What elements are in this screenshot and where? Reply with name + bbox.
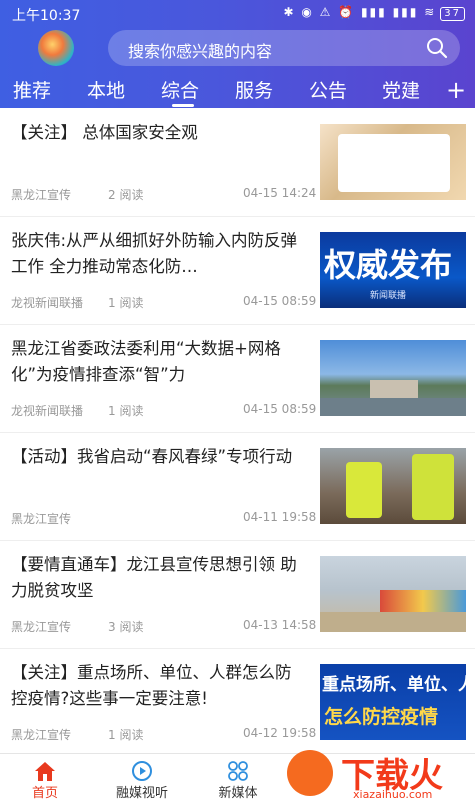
status-time: 上午10:37: [12, 8, 81, 24]
news-title: 【关注】 总体国家安全观: [11, 123, 198, 142]
play-icon: [132, 761, 152, 781]
news-source: 龙视新闻联播: [11, 296, 84, 310]
news-reads: 3 阅读: [108, 620, 144, 634]
home-icon: [35, 762, 55, 781]
watermark: 下载火 xiazaihuo.com: [283, 744, 473, 804]
news-thumbnail: 权威发布 新闻联播: [320, 232, 466, 308]
news-item[interactable]: 【要情直通车】龙江县宣传思想引领 助力脱贫攻坚 黑龙江宣传 3 阅读 04-13…: [0, 540, 475, 649]
watermark-logo: [287, 750, 333, 796]
header: 上午10:37 ✱ ◉ ⚠ ⏰ ▮▮▮ ▮▮▮ ≋ 37 搜索你感兴趣的内容 推荐…: [0, 0, 475, 108]
nav-newmedia[interactable]: 新媒体: [193, 754, 283, 805]
tab-party[interactable]: 党建: [382, 76, 420, 103]
news-item[interactable]: 【关注】重点场所、单位、人群怎么防控疫情?这些事一定要注意! 黑龙江宣传 1 阅…: [0, 648, 475, 757]
news-reads: 1 阅读: [108, 296, 144, 310]
news-source: 黑龙江宣传: [11, 512, 72, 526]
tab-announcement[interactable]: 公告: [309, 76, 347, 103]
news-thumbnail: [320, 448, 466, 524]
news-reads: 1 阅读: [108, 404, 144, 418]
add-tab-button[interactable]: +: [446, 76, 466, 104]
news-thumbnail: 重点场所、单位、人群 怎么防控疫情: [320, 664, 466, 740]
thumbnail-headline: 权威发布: [324, 246, 453, 284]
category-tabs: 推荐 本地 综合 服务 公告 党建: [0, 74, 475, 108]
news-source: 黑龙江宣传: [11, 620, 72, 634]
news-time: 04-15 08:59: [243, 294, 317, 308]
news-reads: 1 阅读: [108, 728, 144, 742]
news-item[interactable]: 【关注】 总体国家安全观 黑龙江宣传 2 阅读 04-15 14:24: [0, 108, 475, 217]
news-title: 【关注】重点场所、单位、人群怎么防控疫情?这些事一定要注意!: [11, 663, 292, 708]
news-title: 黑龙江省委政法委利用“大数据+网格化”为疫情排查添“智”力: [11, 339, 281, 384]
thumbnail-subtitle: 新闻联播: [370, 291, 407, 301]
active-tab-indicator: [172, 104, 194, 107]
news-thumbnail: [320, 556, 466, 632]
status-bar: 上午10:37 ✱ ◉ ⚠ ⏰ ▮▮▮ ▮▮▮ ≋ 37: [0, 0, 475, 28]
grid-icon: [228, 761, 248, 781]
battery-icon: 37: [440, 7, 465, 21]
tab-recommend[interactable]: 推荐: [13, 76, 51, 103]
news-time: 04-12 19:58: [243, 726, 317, 740]
news-item[interactable]: 黑龙江省委政法委利用“大数据+网格化”为疫情排查添“智”力 龙视新闻联播 1 阅…: [0, 324, 475, 433]
nav-media[interactable]: 融媒视听: [97, 754, 187, 805]
news-reads: 2 阅读: [108, 188, 144, 202]
news-item[interactable]: 张庆伟:从严从细抓好外防输入内防反弹工作 全力推动常态化防… 龙视新闻联播 1 …: [0, 216, 475, 325]
news-item[interactable]: 【活动】我省启动“春风春绿”专项行动 黑龙江宣传 04-11 19:58: [0, 432, 475, 541]
thumbnail-subtitle: 怎么防控疫情: [324, 706, 439, 728]
news-source: 黑龙江宣传: [11, 728, 72, 742]
news-time: 04-15 14:24: [243, 186, 317, 200]
thumbnail-headline: 重点场所、单位、人群: [322, 675, 466, 695]
news-thumbnail: [320, 340, 466, 416]
nav-newmedia-label: 新媒体: [218, 786, 258, 801]
tab-local[interactable]: 本地: [87, 76, 125, 103]
search-input[interactable]: 搜索你感兴趣的内容: [108, 30, 460, 66]
status-icons: ✱ ◉ ⚠ ⏰ ▮▮▮ ▮▮▮ ≋ 37: [283, 5, 465, 21]
tab-comprehensive[interactable]: 综合: [161, 76, 199, 103]
news-source: 黑龙江宣传: [11, 188, 72, 202]
news-title: 【要情直通车】龙江县宣传思想引领 助力脱贫攻坚: [11, 555, 297, 600]
news-thumbnail: [320, 124, 466, 200]
watermark-domain: xiazaihuo.com: [353, 788, 433, 801]
news-time: 04-11 19:58: [243, 510, 317, 524]
search-placeholder: 搜索你感兴趣的内容: [128, 42, 273, 61]
news-time: 04-13 14:58: [243, 618, 317, 632]
nav-home[interactable]: 首页: [0, 754, 90, 805]
news-source: 龙视新闻联播: [11, 404, 84, 418]
search-icon[interactable]: [426, 37, 448, 59]
app-logo[interactable]: [38, 30, 74, 66]
news-time: 04-15 08:59: [243, 402, 317, 416]
nav-home-label: 首页: [31, 786, 58, 801]
news-title: 【活动】我省启动“春风春绿”专项行动: [11, 447, 293, 466]
nav-media-label: 融媒视听: [115, 786, 168, 801]
news-title: 张庆伟:从严从细抓好外防输入内防反弹工作 全力推动常态化防…: [11, 231, 298, 276]
news-list: 【关注】 总体国家安全观 黑龙江宣传 2 阅读 04-15 14:24 张庆伟:…: [0, 108, 475, 757]
tab-service[interactable]: 服务: [235, 76, 273, 103]
